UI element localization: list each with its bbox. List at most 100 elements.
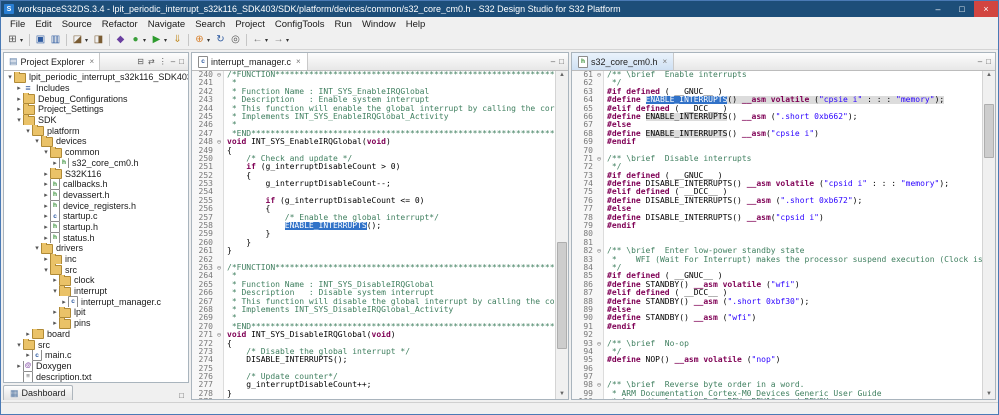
tree-item-s32-core-cm0-h[interactable]: ▸ h s32_core_cm0.h	[4, 157, 188, 169]
link-editor-icon[interactable]: ⇄	[148, 57, 155, 66]
expand-arrow-icon[interactable]: ▸	[15, 84, 23, 92]
flash-icon[interactable]: ⇓	[170, 33, 185, 47]
tree-item-includes[interactable]: ▸ ≡ Includes	[4, 83, 188, 94]
maximize-view-icon[interactable]: □	[559, 57, 564, 66]
tree-item-lpit-periodic-interrupt-s32k116-sdk403-debu[interactable]: ▾ lpit_periodic_interrupt_s32k116_SDK403:…	[4, 72, 188, 83]
fold-marker-icon[interactable]: ⊖	[595, 339, 604, 348]
collapse-arrow-icon[interactable]: ▾	[51, 287, 59, 295]
tab-interrupt-manager-c[interactable]: c interrupt_manager.c ×	[192, 53, 308, 70]
minimize-button[interactable]: –	[926, 1, 950, 17]
fold-marker-icon[interactable]: ⊖	[595, 154, 604, 164]
fold-marker-icon[interactable]: ⊖	[595, 381, 604, 390]
menu-configtools[interactable]: ConfigTools	[270, 19, 330, 30]
tab-project-explorer[interactable]: ▤ Project Explorer ×	[4, 53, 101, 70]
search-icon[interactable]: ◎	[228, 33, 243, 47]
tree-item-doxygen[interactable]: ▸ @ Doxygen	[4, 360, 188, 372]
debug-icon[interactable]: ●	[128, 33, 143, 47]
menu-project[interactable]: Project	[230, 19, 270, 30]
tree-item-common[interactable]: ▾ common	[4, 146, 188, 158]
tree-item-board[interactable]: ▸ board	[4, 328, 188, 340]
update-icon[interactable]: ↻	[213, 33, 228, 47]
menu-navigate[interactable]: Navigate	[143, 19, 191, 30]
tree-item-drivers[interactable]: ▾ drivers	[4, 243, 188, 254]
tree-item-platform[interactable]: ▾ platform	[4, 125, 188, 137]
back-icon[interactable]: ←	[250, 33, 265, 47]
maximize-view-icon[interactable]: □	[179, 57, 184, 66]
expand-arrow-icon[interactable]: ▸	[42, 255, 50, 263]
tree-item-startup-c[interactable]: ▸ c startup.c	[4, 210, 188, 222]
collapse-arrow-icon[interactable]: ▾	[15, 116, 23, 124]
expand-arrow-icon[interactable]: ▸	[24, 330, 32, 338]
tree-item-debug-configurations[interactable]: ▸ Debug_Configurations	[4, 93, 188, 105]
new-icon-caret[interactable]: ▾	[20, 37, 26, 44]
scroll-thumb[interactable]	[557, 241, 567, 349]
menu-edit[interactable]: Edit	[30, 19, 56, 30]
fold-marker-icon[interactable]: ⊖	[595, 247, 604, 256]
close-button[interactable]: ×	[974, 1, 998, 17]
collapse-arrow-icon[interactable]: ▾	[33, 137, 41, 145]
expand-arrow-icon[interactable]: ▸	[60, 298, 68, 306]
tree-item-devices[interactable]: ▾ devices	[4, 136, 188, 147]
code-area-0[interactable]: 240 ⊖/*FUNCTION**************************…	[192, 71, 555, 399]
new-wizard-icon[interactable]: ◆	[113, 33, 128, 47]
tree-item-src[interactable]: ▾ src	[4, 339, 188, 350]
fold-marker-icon[interactable]: ⊖	[215, 71, 224, 80]
collapse-arrow-icon[interactable]: ▾	[15, 341, 23, 349]
scrollbar-0[interactable]: ▲ ▼	[555, 71, 568, 399]
expand-arrow-icon[interactable]: ▸	[15, 105, 23, 113]
build-all-icon[interactable]: ◨	[91, 33, 106, 47]
scroll-up-icon[interactable]: ▲	[559, 71, 565, 80]
expand-arrow-icon[interactable]: ▸	[42, 223, 50, 231]
expand-arrow-icon[interactable]: ▸	[42, 212, 50, 220]
fold-marker-icon[interactable]: ⊖	[215, 138, 224, 147]
tree-item-interrupt-manager-c[interactable]: ▸ c interrupt_manager.c	[4, 296, 188, 308]
expand-arrow-icon[interactable]: ▸	[42, 180, 50, 188]
fold-marker-icon[interactable]: ⊖	[215, 263, 224, 273]
collapse-arrow-icon[interactable]: ▾	[33, 244, 41, 252]
forward-icon[interactable]: →	[271, 33, 286, 47]
fold-marker-icon[interactable]: ⊖	[215, 331, 224, 340]
expand-arrow-icon[interactable]: ▸	[15, 362, 23, 370]
collapse-arrow-icon[interactable]: ▾	[42, 266, 50, 274]
menu-search[interactable]: Search	[190, 19, 230, 30]
close-tab-icon[interactable]: ×	[296, 57, 301, 66]
maximize-button[interactable]: □	[950, 1, 974, 17]
fold-marker-icon[interactable]: ⊖	[595, 71, 604, 80]
tree-item-project-settings[interactable]: ▸ Project_Settings	[4, 104, 188, 115]
menu-refactor[interactable]: Refactor	[97, 19, 143, 30]
minimize-view-icon[interactable]: –	[551, 57, 555, 66]
menu-window[interactable]: Window	[357, 19, 401, 30]
collapse-arrow-icon[interactable]: ▾	[6, 73, 14, 81]
tree-item-clock[interactable]: ▸ clock	[4, 275, 188, 286]
collapse-arrow-icon[interactable]: ▾	[42, 148, 50, 156]
tree-item-sdk[interactable]: ▾ SDK	[4, 114, 188, 126]
tree-item-devassert-h[interactable]: ▸ h devassert.h	[4, 189, 188, 201]
scroll-thumb[interactable]	[984, 103, 994, 159]
maximize-view-icon[interactable]: □	[986, 57, 991, 66]
expand-arrow-icon[interactable]: ▸	[51, 308, 59, 316]
tree-item-startup-h[interactable]: ▸ h startup.h	[4, 221, 188, 233]
menu-source[interactable]: Source	[57, 19, 97, 30]
tree-item-s32k116[interactable]: ▸ S32K116	[4, 168, 188, 179]
tree-item-pins[interactable]: ▸ pins	[4, 317, 188, 329]
view-menu-icon[interactable]: ⋮	[159, 57, 167, 66]
scroll-down-icon[interactable]: ▼	[559, 390, 565, 399]
expand-arrow-icon[interactable]: ▸	[42, 202, 50, 210]
menu-help[interactable]: Help	[401, 19, 431, 30]
tree-item-device-registers-h[interactable]: ▸ h device_registers.h	[4, 200, 188, 211]
menu-file[interactable]: File	[5, 19, 30, 30]
expand-arrow-icon[interactable]: ▸	[24, 351, 32, 359]
forward-icon-caret[interactable]: ▾	[286, 37, 292, 44]
expand-arrow-icon[interactable]: ▸	[15, 95, 23, 103]
configtools-icon[interactable]: ⊕	[192, 33, 207, 47]
expand-arrow-icon[interactable]: ▸	[42, 234, 50, 242]
scrollbar-1[interactable]: ▲ ▼	[982, 71, 995, 399]
expand-arrow-icon[interactable]: ▸	[42, 170, 50, 178]
scroll-down-icon[interactable]: ▼	[986, 390, 992, 399]
run-icon[interactable]: ▶	[149, 33, 164, 47]
close-view-icon[interactable]: ×	[90, 57, 95, 66]
tab-dashboard[interactable]: ▦ Dashboard	[3, 385, 73, 400]
new-icon[interactable]: ⊞	[5, 33, 20, 47]
tree-item-callbacks-h[interactable]: ▸ h callbacks.h	[4, 178, 188, 190]
expand-arrow-icon[interactable]: ▸	[42, 191, 50, 199]
